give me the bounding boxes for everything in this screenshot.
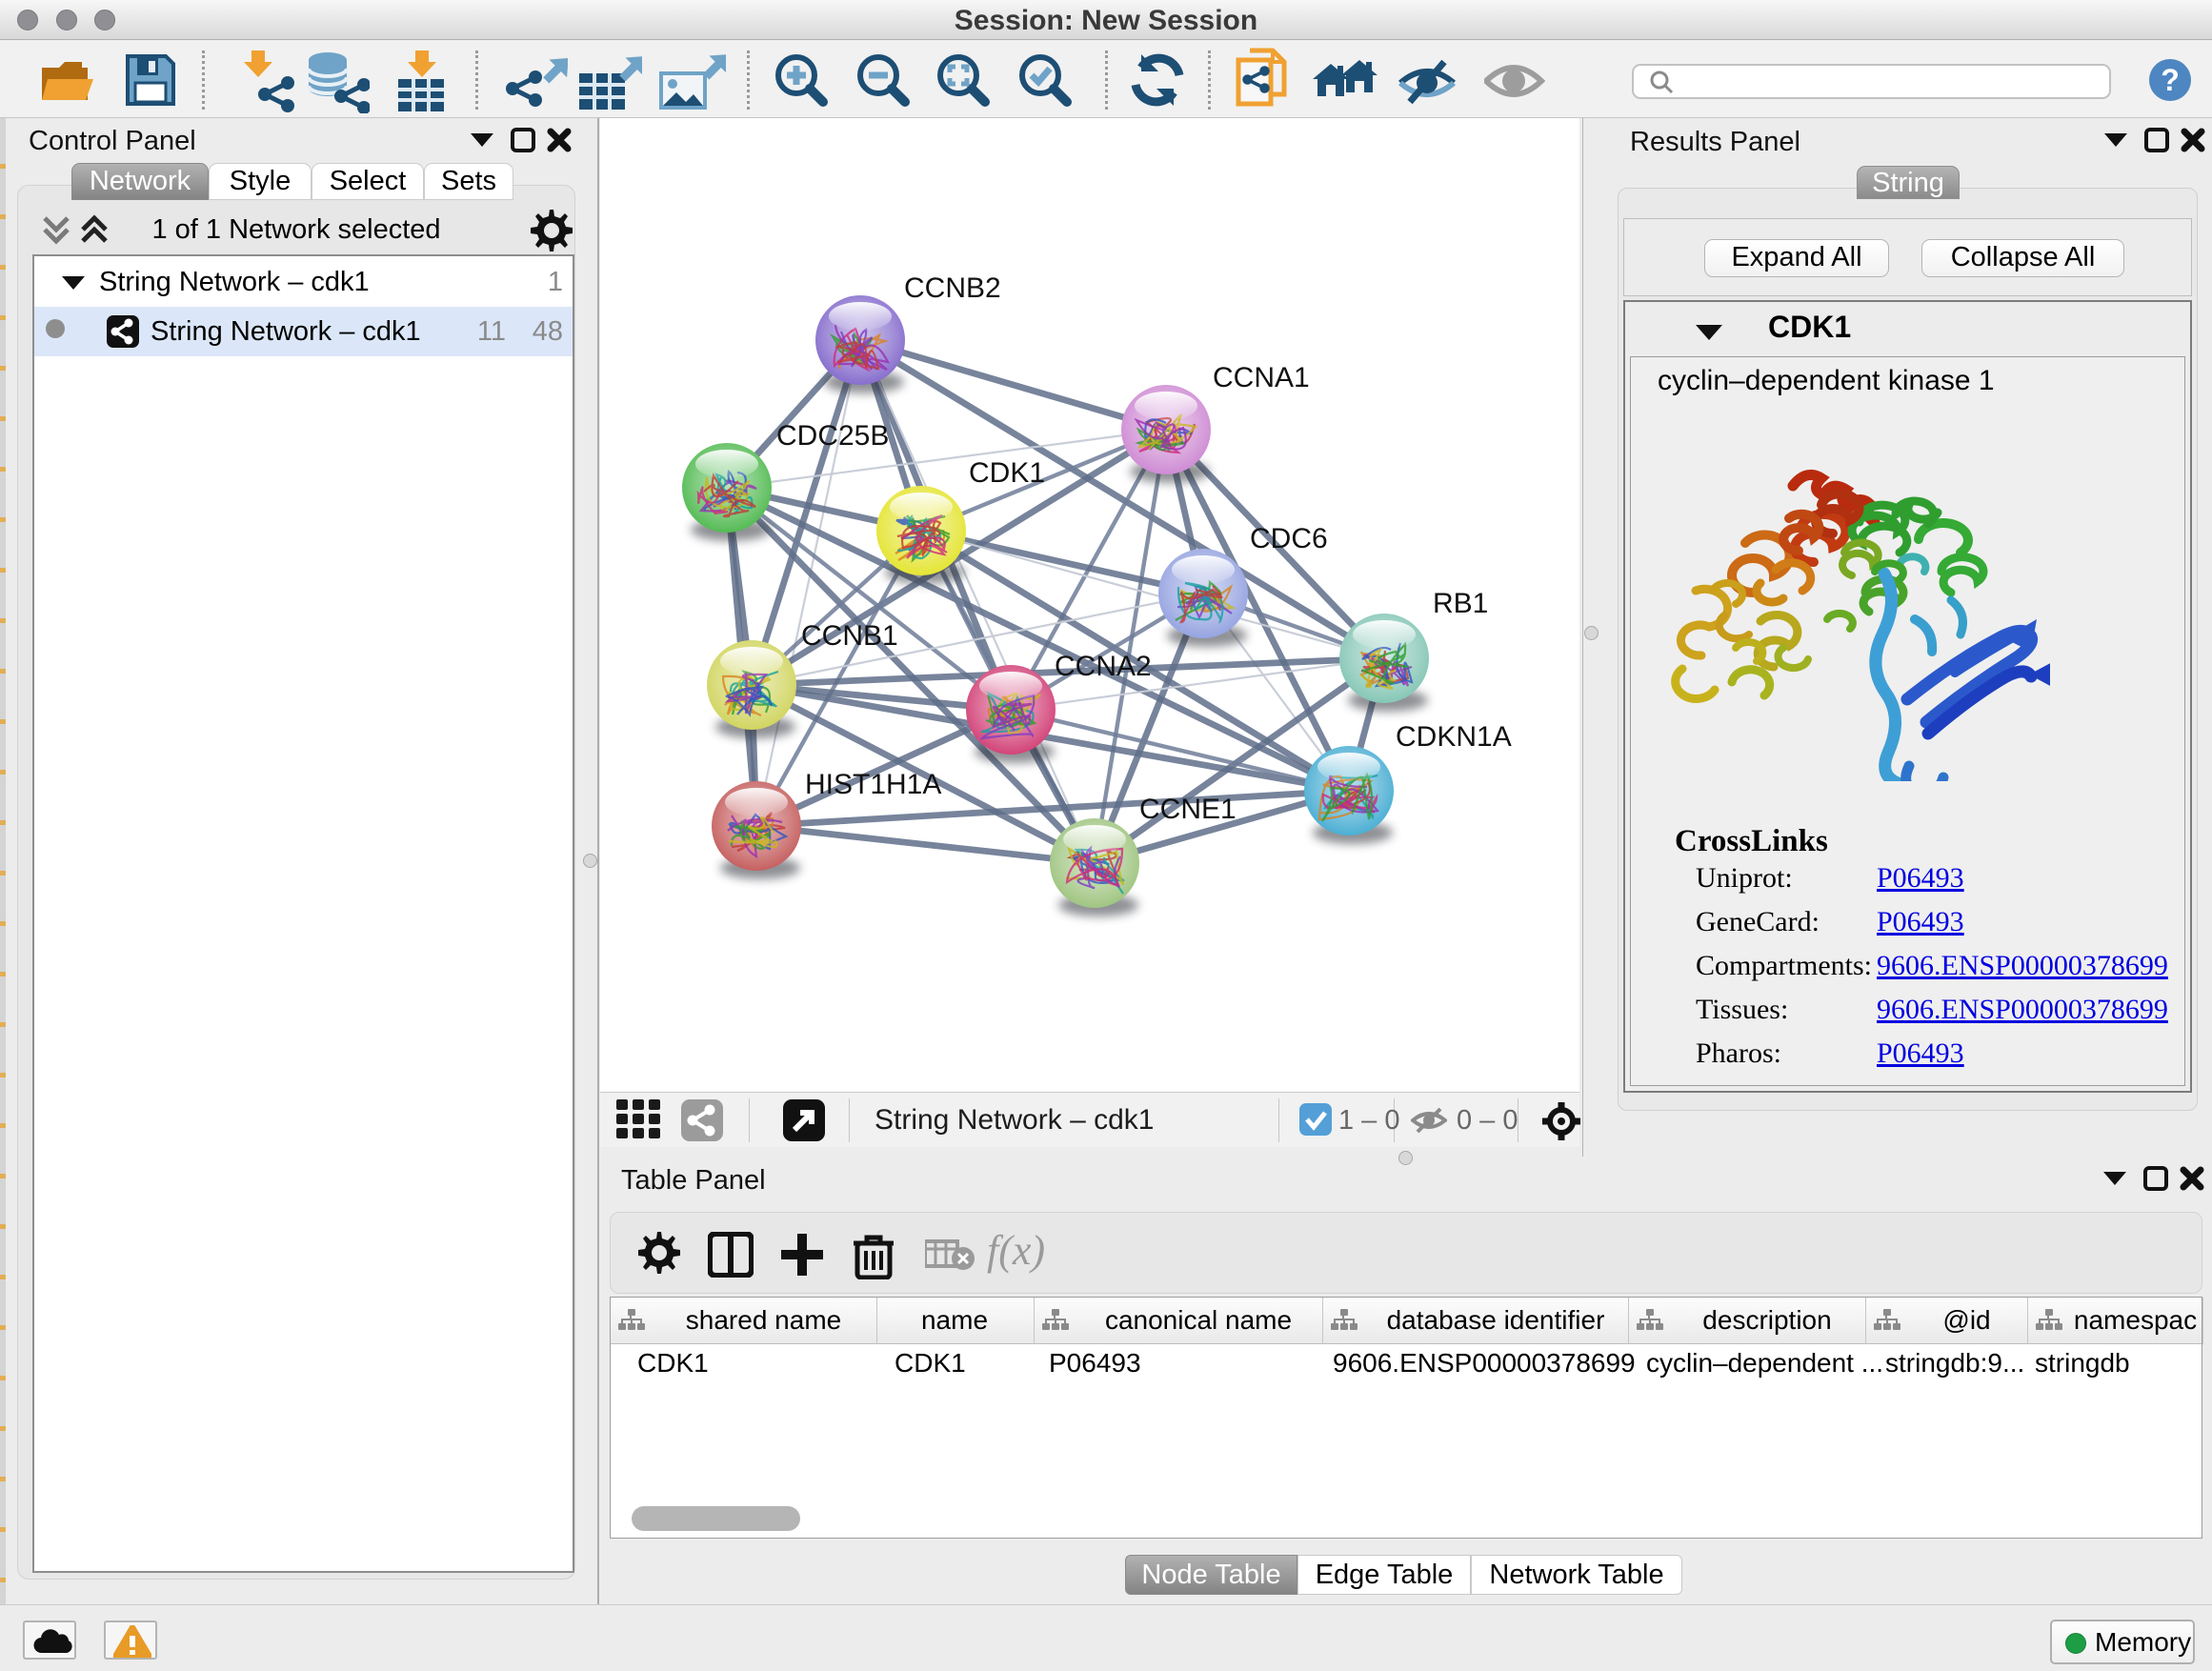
svg-text:?: ? — [2161, 63, 2180, 97]
svg-text:CDC6: CDC6 — [1250, 523, 1328, 554]
svg-text:CCNA2: CCNA2 — [1055, 651, 1152, 682]
svg-text:CCNB1: CCNB1 — [801, 620, 898, 652]
svg-text:CCNB2: CCNB2 — [904, 272, 1001, 304]
svg-text:CCNA1: CCNA1 — [1213, 362, 1310, 393]
svg-text:CCNE1: CCNE1 — [1139, 794, 1237, 825]
svg-text:HIST1H1A: HIST1H1A — [805, 769, 941, 800]
svg-text:CDKN1A: CDKN1A — [1396, 721, 1512, 753]
svg-text:CDK1: CDK1 — [969, 457, 1045, 489]
svg-text:CDC25B: CDC25B — [776, 420, 889, 452]
svg-text:RB1: RB1 — [1433, 588, 1488, 619]
